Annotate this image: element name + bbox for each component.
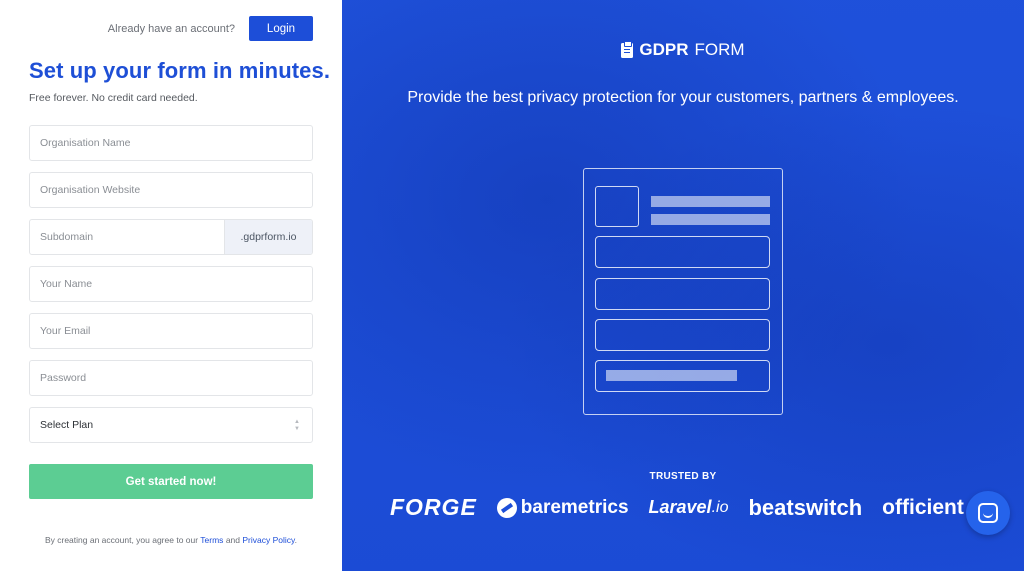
your-name-input[interactable]: Your Name (29, 266, 313, 302)
officient-logo: officient (882, 495, 964, 519)
baremetrics-mark-icon (496, 497, 517, 518)
brand-logo: GDPR FORM (342, 40, 1024, 60)
organisation-website-placeholder: Organisation Website (40, 184, 141, 196)
password-input[interactable]: Password (29, 360, 313, 396)
password-placeholder: Password (40, 372, 87, 384)
illustration-button-bar (606, 370, 737, 381)
promo-panel: GDPR FORM Provide the best privacy prote… (342, 0, 1024, 571)
privacy-policy-link[interactable]: Privacy Policy (242, 535, 294, 545)
your-name-placeholder: Your Name (40, 278, 93, 290)
brand-name-bold: GDPR (639, 40, 689, 59)
already-have-account-text: Already have an account? (107, 22, 235, 35)
tagline: Provide the best privacy protection for … (407, 89, 959, 106)
illustration-input (595, 278, 770, 310)
subdomain-input[interactable]: Subdomain (30, 220, 224, 254)
chat-launcher-button[interactable] (966, 491, 1010, 535)
terms-suffix: . (294, 535, 298, 545)
your-email-input[interactable]: Your Email (29, 313, 313, 349)
organisation-name-placeholder: Organisation Name (40, 137, 131, 149)
subdomain-field: Subdomain .gdprform.io (29, 219, 313, 255)
organisation-website-input[interactable]: Organisation Website (29, 172, 313, 208)
page-subtitle: Free forever. No credit card needed. (29, 92, 198, 104)
laravel-wordmark: Laravel (648, 497, 712, 517)
subdomain-placeholder: Subdomain (40, 231, 94, 243)
chevron-updown-icon: ▲ ▼ (294, 418, 300, 432)
get-started-button[interactable]: Get started now! (29, 464, 313, 499)
select-plan-value: Select Plan (40, 419, 94, 431)
clipboard-icon (621, 40, 634, 58)
trusted-by-heading: TRUSTED BY (649, 471, 717, 482)
illustration-text-line (651, 214, 770, 225)
illustration-input (595, 319, 770, 351)
login-prompt: Already have an account? Login (108, 16, 313, 41)
laravel-io-logo: Laravel .io (649, 497, 729, 518)
organisation-name-input[interactable]: Organisation Name (29, 125, 313, 161)
form-illustration (583, 168, 783, 415)
baremetrics-logo: baremetrics (496, 496, 629, 519)
page-title: Set up your form in minutes. (29, 58, 331, 83)
subdomain-suffix: .gdprform.io (224, 220, 312, 254)
your-email-placeholder: Your Email (40, 325, 91, 337)
signup-panel: Already have an account? Login Set up yo… (0, 0, 342, 571)
login-button[interactable]: Login (249, 16, 313, 41)
terms-and: and (225, 535, 240, 545)
illustration-avatar-box (595, 186, 639, 227)
terms-prefix: By creating an account, you agree to our (44, 535, 199, 545)
forge-logo: FORGE (390, 494, 477, 520)
brand-name-light: FORM (694, 40, 745, 59)
illustration-text-line (651, 196, 770, 207)
laravel-suffix: .io (711, 498, 729, 516)
select-plan-dropdown[interactable]: Select Plan ▲ ▼ (29, 407, 313, 443)
chat-icon (978, 503, 998, 523)
terms-notice: By creating an account, you agree to our… (0, 535, 342, 545)
illustration-input (595, 236, 770, 268)
terms-link[interactable]: Terms (200, 535, 223, 545)
beatswitch-logo: beatswitch (748, 494, 863, 520)
baremetrics-wordmark: baremetrics (520, 496, 629, 518)
customer-logos: FORGE baremetrics Laravel .io beatswitch … (390, 494, 964, 521)
